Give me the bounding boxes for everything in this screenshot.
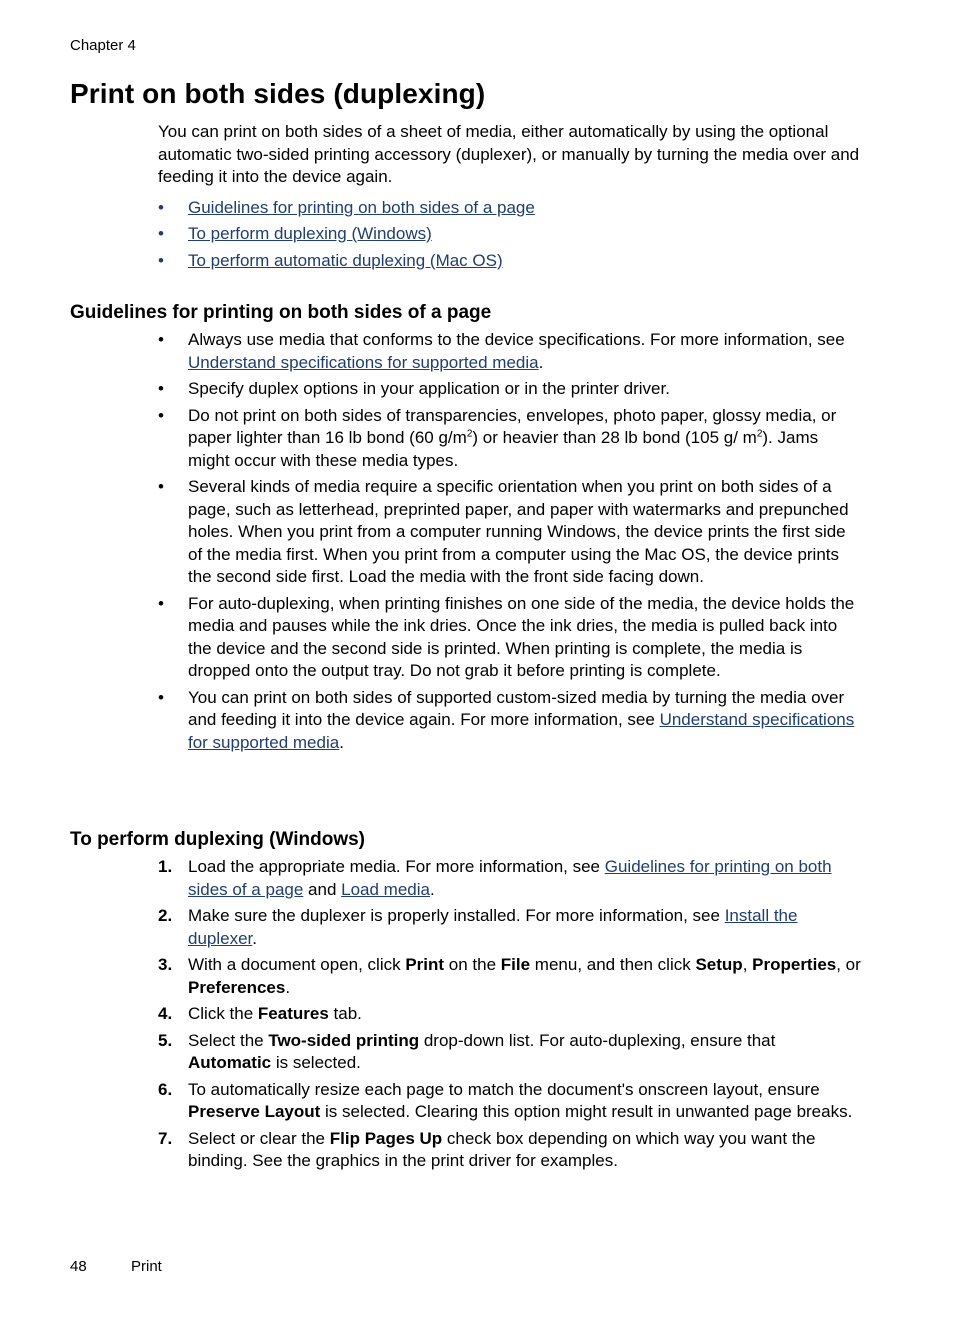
link-duplexing-windows[interactable]: To perform duplexing (Windows) xyxy=(188,224,432,243)
link-load-media[interactable]: Load media xyxy=(341,880,430,899)
bullet-icon: • xyxy=(158,197,164,217)
bullet-icon: • xyxy=(158,477,164,496)
step-number: 3. xyxy=(158,955,173,974)
windows-heading: To perform duplexing (Windows) xyxy=(70,829,366,850)
link-duplexing-mac[interactable]: To perform automatic duplexing (Mac OS) xyxy=(188,251,503,270)
step-number: 6. xyxy=(158,1079,173,1099)
page-title: Print on both sides (duplexing) xyxy=(70,78,486,109)
step-number: 4. xyxy=(158,1004,173,1023)
step-item: 3. With a document open, click Print on t… xyxy=(158,955,861,997)
list-item: • To perform automatic duplexing (Mac OS) xyxy=(158,250,863,273)
list-item: • Several kinds of media require a specif… xyxy=(158,477,849,586)
bullet-icon: • xyxy=(158,250,164,270)
list-item: • Specify duplex options in your applicat… xyxy=(158,378,863,401)
step-number: 2. xyxy=(158,906,173,925)
list-item: • Always use media that conforms to the d… xyxy=(158,330,845,372)
step-number: 5. xyxy=(158,1030,173,1050)
link-guidelines[interactable]: Guidelines for printing on both sides of… xyxy=(188,198,535,217)
link-media-specs[interactable]: Understand specifications for supported … xyxy=(188,353,539,372)
step-item: 2. Make sure the duplexer is properly ins… xyxy=(158,906,798,948)
section-links: • Guidelines for printing on both sides o… xyxy=(158,197,863,273)
list-item: • To perform duplexing (Windows) xyxy=(158,223,863,246)
page-number: 48 xyxy=(70,1258,87,1275)
list-item: • Guidelines for printing on both sides o… xyxy=(158,197,863,220)
bullet-icon: • xyxy=(158,330,164,349)
list-item: • For auto-duplexing, when printing finis… xyxy=(158,593,855,681)
windows-steps-section: 1. Load the appropriate media. For more i… xyxy=(158,856,863,1177)
step-number: 7. xyxy=(158,1128,173,1148)
guidelines-section: • Always use media that conforms to the d… xyxy=(158,329,863,758)
bullet-icon: • xyxy=(158,224,164,243)
bullet-icon: • xyxy=(158,593,164,613)
chapter-label: Chapter 4 xyxy=(70,37,136,54)
list-item: • Do not print on both sides of transpare… xyxy=(158,405,837,470)
step-item: 1. Load the appropriate media. For more i… xyxy=(158,857,832,899)
bullet-icon: • xyxy=(158,405,164,425)
footer-section-name: Print xyxy=(131,1258,162,1275)
step-number: 1. xyxy=(158,857,173,876)
bullet-icon: • xyxy=(158,687,164,707)
bullet-icon: • xyxy=(158,379,164,398)
step-item: 7. Select or clear the Flip Pages Up chec… xyxy=(158,1128,816,1171)
guidelines-heading: Guidelines for printing on both sides of… xyxy=(70,302,492,323)
step-item: 4. Click the Features tab. xyxy=(158,1003,863,1026)
step-item: 6. To automatically resize each page to m… xyxy=(158,1079,853,1122)
list-item: • You can print on both sides of supporte… xyxy=(158,687,855,752)
intro-section: You can print on both sides of a sheet o… xyxy=(158,121,863,276)
intro-paragraph: You can print on both sides of a sheet o… xyxy=(158,122,860,186)
step-item: 5. Select the Two-sided printing drop-dow… xyxy=(158,1030,776,1073)
